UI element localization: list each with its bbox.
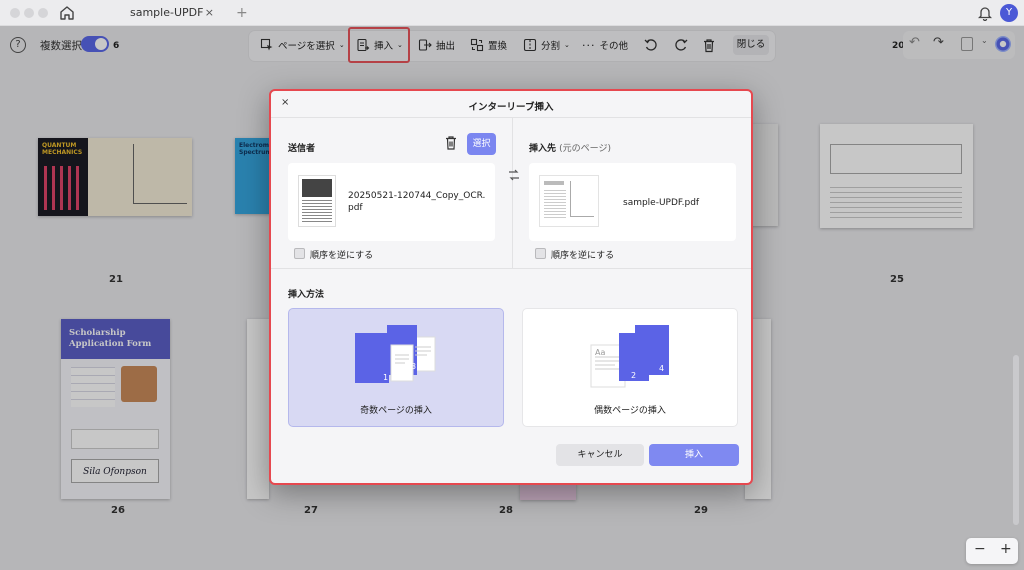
swap-icon[interactable] bbox=[507, 168, 521, 182]
tab-close-icon[interactable]: × bbox=[205, 0, 214, 26]
zoom-in-button[interactable]: + bbox=[1000, 541, 1012, 557]
target-file-card: sample-UPDF.pdf bbox=[529, 163, 736, 241]
even-num-2: 2 bbox=[631, 371, 636, 380]
interleave-insert-dialog: × インターリーブ挿入 送信者 選択 20250521-120744_Copy_… bbox=[269, 89, 753, 485]
title-bar: sample-UPDF × + Y bbox=[0, 0, 1024, 26]
even-pages-label: 偶数ページの挿入 bbox=[594, 406, 666, 416]
window-close-dot[interactable] bbox=[10, 8, 20, 18]
bell-icon[interactable] bbox=[978, 5, 992, 21]
target-sublabel: (元のページ) bbox=[559, 144, 611, 154]
sender-file-card[interactable]: 20250521-120744_Copy_OCR.pdf bbox=[288, 163, 495, 241]
section-divider bbox=[271, 268, 751, 269]
dialog-title: インターリーブ挿入 bbox=[468, 102, 554, 113]
svg-text:Aa: Aa bbox=[595, 348, 605, 357]
user-avatar[interactable]: Y bbox=[1000, 4, 1018, 22]
scrollbar[interactable] bbox=[1013, 355, 1019, 525]
target-file-name: sample-UPDF.pdf bbox=[623, 198, 700, 208]
sender-label: 送信者 bbox=[288, 144, 316, 154]
insert-method-label: 挿入方法 bbox=[288, 290, 325, 300]
odd-pages-option[interactable]: 1 3 奇数ページの挿入 bbox=[288, 308, 504, 427]
document-tab[interactable]: sample-UPDF × bbox=[92, 0, 224, 26]
window-zoom-dot[interactable] bbox=[38, 8, 48, 18]
even-num-4: 4 bbox=[659, 364, 664, 373]
insert-confirm-button[interactable]: 挿入 bbox=[649, 444, 739, 466]
even-pages-option[interactable]: Aa 2 4 偶数ページの挿入 bbox=[522, 308, 738, 427]
zoom-control: − + bbox=[966, 538, 1018, 564]
target-reverse-label: 順序を逆にする bbox=[551, 251, 615, 261]
cancel-button[interactable]: キャンセル bbox=[556, 444, 644, 466]
odd-num-1: 1 bbox=[383, 373, 388, 382]
odd-pages-icon: 1 3 bbox=[355, 325, 436, 383]
select-file-button[interactable]: 選択 bbox=[467, 133, 496, 155]
target-reverse-checkbox[interactable] bbox=[535, 248, 546, 259]
home-icon[interactable] bbox=[58, 4, 76, 22]
sender-reverse-label: 順序を逆にする bbox=[310, 251, 374, 261]
tab-title: sample-UPDF bbox=[130, 6, 204, 19]
zoom-out-button[interactable]: − bbox=[974, 541, 986, 557]
column-divider bbox=[512, 118, 513, 268]
new-tab-button[interactable]: + bbox=[236, 0, 248, 26]
trash-icon[interactable] bbox=[444, 135, 458, 151]
odd-num-3: 3 bbox=[411, 362, 416, 371]
sender-file-thumbnail bbox=[298, 175, 336, 227]
odd-pages-label: 奇数ページの挿入 bbox=[360, 406, 432, 416]
dialog-header-divider bbox=[271, 117, 751, 118]
target-file-thumbnail bbox=[539, 175, 599, 227]
target-label-text: 挿入先 bbox=[529, 144, 557, 154]
even-pages-icon: Aa 2 4 bbox=[590, 325, 669, 388]
sender-reverse-checkbox[interactable] bbox=[294, 248, 305, 259]
window-minimize-dot[interactable] bbox=[24, 8, 34, 18]
sender-file-name: 20250521-120744_Copy_OCR.pdf bbox=[348, 191, 486, 213]
target-label: 挿入先 (元のページ) bbox=[529, 141, 611, 154]
